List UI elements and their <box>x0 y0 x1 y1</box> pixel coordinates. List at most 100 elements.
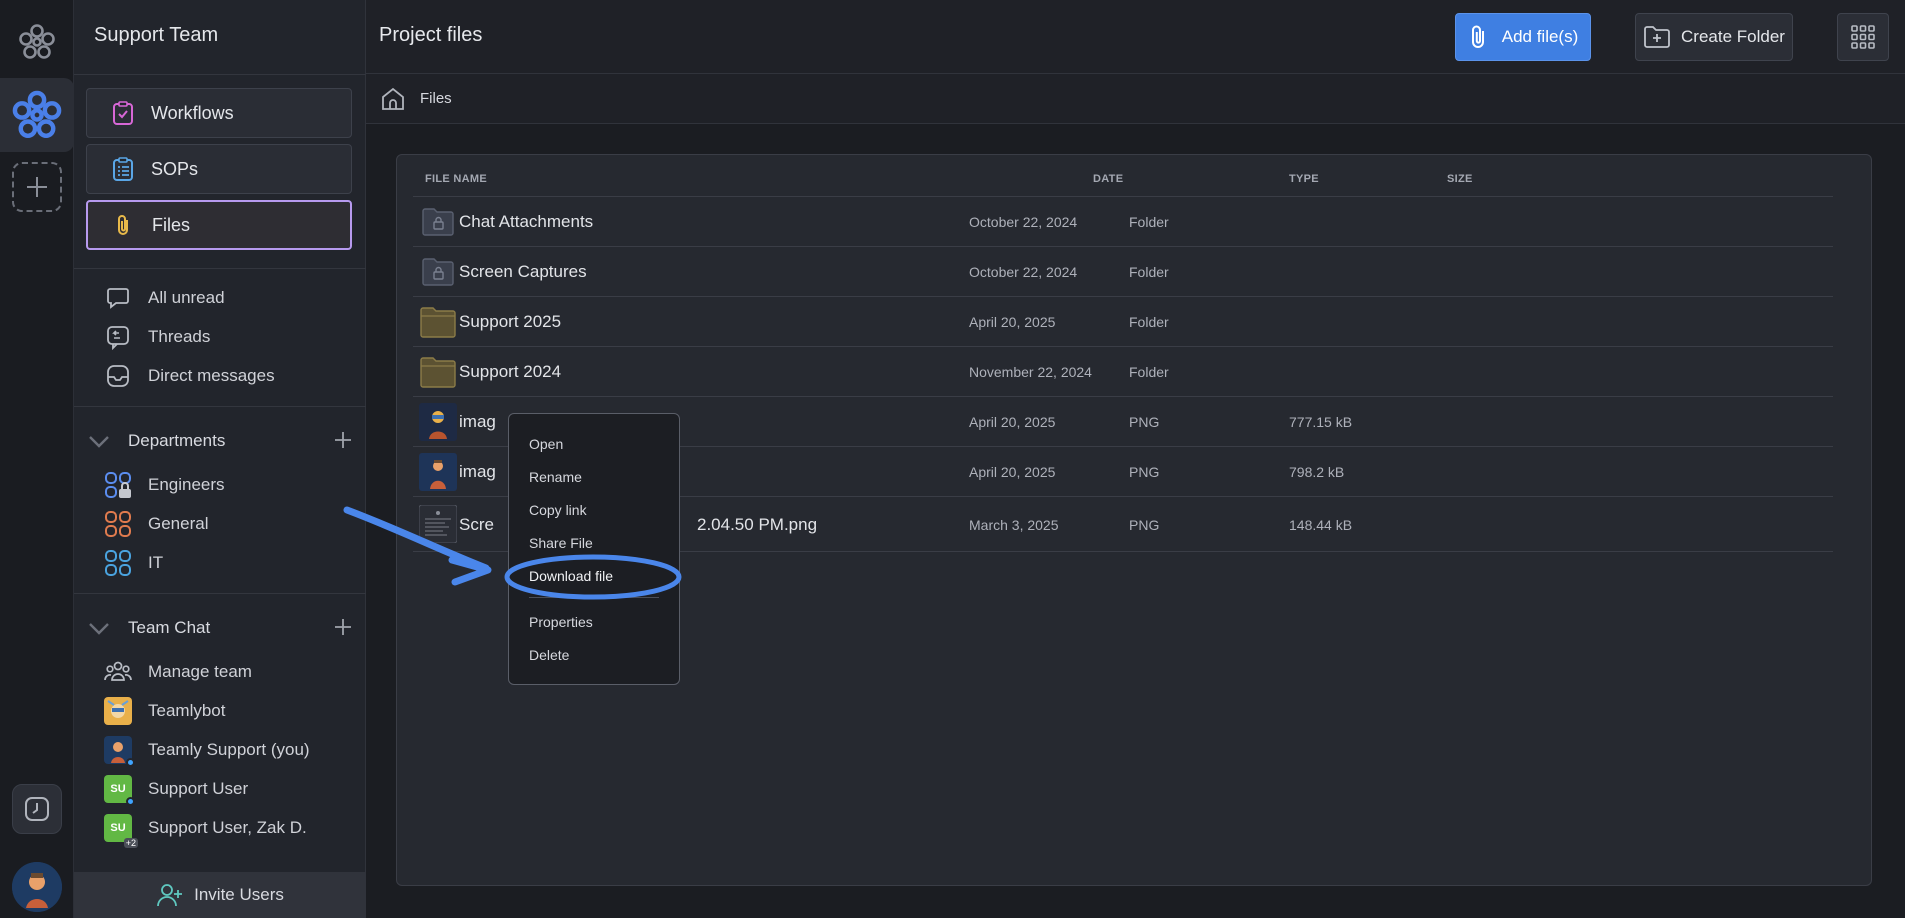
table-row[interactable]: Screen Captures October 22, 2024 Folder <box>413 247 1833 297</box>
table-row[interactable]: Support 2025 April 20, 2025 Folder <box>413 297 1833 347</box>
sidebar-item-engineers[interactable]: Engineers <box>104 470 225 500</box>
avatar: SU +2 <box>104 814 138 848</box>
divider <box>74 74 366 75</box>
chevron-down-icon <box>89 436 109 448</box>
sidebar-item-group-chat[interactable]: SU +2 Support User, Zak D. <box>104 813 307 848</box>
add-files-button[interactable]: Add file(s) <box>1455 13 1591 61</box>
sidebar-item-label: IT <box>148 553 164 572</box>
file-name: Scre <box>459 515 494 534</box>
sidebar-item-teamly-support[interactable]: Teamly Support (you) <box>104 735 310 767</box>
history-button[interactable] <box>12 784 62 834</box>
section-team-chat[interactable]: Team Chat <box>86 613 354 643</box>
team-name[interactable]: Support Team <box>94 24 218 47</box>
file-type: PNG <box>1129 414 1160 430</box>
menu-item-copy-link[interactable]: Copy link <box>529 502 587 518</box>
file-type: Folder <box>1129 264 1169 280</box>
sidebar-item-support-user[interactable]: SU Support User <box>104 774 248 806</box>
add-chat-icon[interactable] <box>332 616 354 638</box>
add-department-icon[interactable] <box>332 429 354 451</box>
menu-item-share-file[interactable]: Share File <box>529 535 593 551</box>
chevron-down-icon <box>89 623 109 635</box>
teamly-workspace-icon <box>12 90 62 139</box>
file-name: Support 2025 <box>459 312 562 331</box>
column-header-size[interactable]: SIZE <box>1447 173 1473 185</box>
sidebar-item-general[interactable]: General <box>104 509 208 539</box>
workspace-support-team[interactable] <box>0 78 74 152</box>
nav-label: Workflows <box>151 102 234 123</box>
menu-item-rename[interactable]: Rename <box>529 469 582 485</box>
sidebar-item-direct-messages[interactable]: Direct messages <box>104 361 275 391</box>
locked-folder-icon <box>422 258 454 286</box>
home-icon[interactable] <box>380 86 406 112</box>
apps-grid-button[interactable] <box>1837 13 1889 61</box>
file-date: April 20, 2025 <box>969 314 1056 330</box>
file-type: Folder <box>1129 314 1169 330</box>
divider <box>74 406 366 407</box>
add-workspace-button[interactable] <box>12 162 62 212</box>
sidebar-item-threads[interactable]: Threads <box>104 322 210 352</box>
nav-files[interactable]: Files <box>86 200 352 250</box>
workspace-rail <box>0 0 74 918</box>
team-icon <box>104 658 132 686</box>
plus-icon <box>27 177 47 197</box>
top-bar: Project files Add file(s) Create Folder <box>366 0 1905 74</box>
section-departments[interactable]: Departments <box>86 426 354 456</box>
menu-item-open[interactable]: Open <box>529 436 563 452</box>
invite-users-button[interactable]: Invite Users <box>74 872 366 918</box>
grid-icon <box>1851 25 1875 49</box>
sidebar-item-all-unread[interactable]: All unread <box>104 283 225 313</box>
image-thumbnail <box>419 403 457 441</box>
menu-divider <box>529 597 659 598</box>
file-size: 798.2 kB <box>1289 464 1345 480</box>
column-header-type[interactable]: TYPE <box>1289 173 1319 185</box>
create-folder-button[interactable]: Create Folder <box>1635 13 1793 61</box>
sidebar-item-label: Threads <box>148 327 211 346</box>
breadcrumb: Files <box>366 74 1905 124</box>
table-row[interactable]: Support 2024 November 22, 2024 Folder <box>413 347 1833 397</box>
add-user-icon <box>157 884 183 907</box>
department-icon <box>104 471 132 499</box>
file-type: PNG <box>1129 517 1160 533</box>
clipboard-check-icon <box>109 99 137 127</box>
department-icon <box>104 510 132 538</box>
folder-icon <box>420 357 456 388</box>
file-date: November 22, 2024 <box>969 364 1092 380</box>
menu-item-delete[interactable]: Delete <box>529 647 569 663</box>
breadcrumb-item-files[interactable]: Files <box>420 90 452 107</box>
inbox-icon <box>104 362 132 390</box>
user-avatar[interactable] <box>12 862 62 912</box>
file-name: Screen Captures <box>459 262 587 281</box>
list-clipboard-icon <box>109 155 137 183</box>
file-date: April 20, 2025 <box>969 464 1056 480</box>
page-title: Project files <box>379 24 483 46</box>
nav-sops[interactable]: SOPs <box>86 144 352 194</box>
sidebar-item-label: Engineers <box>148 475 225 494</box>
sidebar-item-teamlybot[interactable]: Teamlybot <box>104 696 225 726</box>
sidebar-item-manage-team[interactable]: Manage team <box>104 657 252 687</box>
file-date: October 22, 2024 <box>969 214 1078 230</box>
table-row[interactable]: Chat Attachments October 22, 2024 Folder <box>413 197 1833 247</box>
chat-bubble-icon <box>104 284 132 312</box>
department-icon <box>104 549 132 577</box>
sidebar-item-label: Manage team <box>148 662 252 681</box>
menu-item-download-file[interactable]: Download file <box>529 568 613 584</box>
file-date: October 22, 2024 <box>969 264 1078 280</box>
flower-logo-icon[interactable] <box>17 22 57 62</box>
image-thumbnail <box>419 453 457 491</box>
sidebar: Support Team Workflows SOPs Files All un… <box>74 0 366 918</box>
file-type: Folder <box>1129 214 1169 230</box>
sidebar-item-label: Teamly Support (you) <box>148 740 310 759</box>
section-title: Departments <box>128 431 226 450</box>
create-folder-label: Create Folder <box>1681 27 1785 46</box>
menu-item-properties[interactable]: Properties <box>529 614 593 630</box>
nav-label: Files <box>152 214 191 235</box>
file-type: Folder <box>1129 364 1169 380</box>
online-status <box>126 797 135 806</box>
nav-workflows[interactable]: Workflows <box>86 88 352 138</box>
column-header-file-name[interactable]: FILE NAME <box>425 173 487 185</box>
divider <box>74 593 366 594</box>
section-title: Team Chat <box>128 618 211 637</box>
sidebar-item-it[interactable]: IT <box>104 548 163 578</box>
column-header-date[interactable]: DATE <box>1093 173 1123 185</box>
file-size: 777.15 kB <box>1289 414 1353 430</box>
